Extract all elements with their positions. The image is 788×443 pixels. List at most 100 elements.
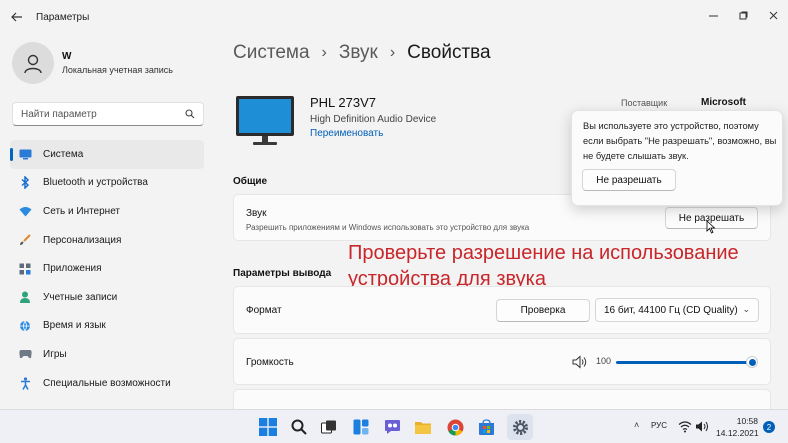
- sidebar-item-label: Время и язык: [43, 320, 106, 332]
- account-type: Локальная учетная запись: [62, 65, 173, 75]
- profile-name: W: [62, 51, 72, 62]
- flyout-message: Вы используете это устройство, поэтому е…: [583, 121, 777, 161]
- minimize-button[interactable]: [698, 0, 728, 30]
- notification-badge[interactable]: 2: [763, 421, 775, 433]
- system-clock[interactable]: 10:58 14.12.2021: [716, 415, 759, 439]
- vendor-label: Поставщик: [621, 98, 668, 108]
- sound-title: Звук: [246, 208, 267, 219]
- system-icon: [18, 147, 32, 161]
- minimize-icon: [708, 15, 718, 16]
- back-button[interactable]: [0, 0, 34, 34]
- chevron-right-icon: ›: [321, 44, 327, 61]
- sidebar-item-label: Система: [43, 148, 84, 160]
- search-input[interactable]: Найти параметр: [12, 102, 204, 126]
- store-button[interactable]: [475, 416, 497, 438]
- close-icon: [769, 11, 777, 19]
- avatar: [12, 42, 54, 84]
- format-card: Формат Проверка 16 бит, 44100 Гц (CD Qua…: [233, 286, 771, 334]
- general-section-title: Общие: [233, 176, 268, 187]
- breadcrumb-item-system[interactable]: Система: [233, 42, 310, 64]
- sidebar-item-label: Приложения: [43, 263, 102, 275]
- start-icon: [259, 418, 277, 436]
- settings-button[interactable]: [507, 414, 533, 440]
- globe-icon: [18, 319, 32, 333]
- sidebar-item-label: Сеть и Интернет: [43, 205, 121, 217]
- sidebar-item-accessibility[interactable]: Специальные возможности: [10, 369, 204, 398]
- device-driver: High Definition Audio Device: [310, 114, 437, 125]
- search-icon: [185, 109, 195, 119]
- monitor-icon: [233, 94, 295, 150]
- clock-time: 10:58: [736, 416, 758, 426]
- sidebar-item-gaming[interactable]: Игры: [10, 340, 204, 369]
- accessibility-icon: [18, 376, 32, 390]
- back-arrow-icon: [11, 12, 22, 22]
- maximize-button[interactable]: [728, 0, 758, 30]
- start-button[interactable]: [257, 416, 279, 438]
- sidebar: W Локальная учетная запись Найти парамет…: [0, 34, 215, 409]
- sidebar-item-apps[interactable]: Приложения: [10, 254, 204, 283]
- sidebar-item-label: Игры: [43, 348, 67, 360]
- taskbar-search-button[interactable]: [288, 416, 310, 438]
- breadcrumb-item-sound[interactable]: Звук: [339, 42, 378, 64]
- format-select[interactable]: 16 бит, 44100 Гц (CD Quality) ⌄: [595, 298, 759, 322]
- format-label: Формат: [246, 305, 282, 316]
- volume-slider-track[interactable]: [616, 361, 752, 364]
- volume-card: Громкость 100: [233, 338, 771, 385]
- wifi-icon: [18, 204, 32, 218]
- nav-list: Система Bluetooth и устройства Сеть и Ин…: [10, 140, 204, 397]
- store-icon: [478, 418, 494, 435]
- file-explorer-icon: [415, 421, 431, 434]
- app-title: Параметры: [36, 11, 90, 23]
- sidebar-item-system[interactable]: Система: [10, 140, 204, 169]
- search-icon: [291, 419, 307, 435]
- close-button[interactable]: [758, 0, 788, 30]
- sidebar-item-label: Учетные записи: [43, 291, 118, 303]
- device-header: PHL 273V7 High Definition Audio Device П…: [233, 94, 436, 150]
- sidebar-item-label: Bluetooth и устройства: [43, 177, 148, 189]
- flyout-deny-button[interactable]: Не разрешать: [582, 169, 676, 191]
- chat-icon: [384, 420, 400, 434]
- volume-label: Громкость: [246, 357, 294, 368]
- volume-slider-thumb[interactable]: [746, 356, 758, 368]
- chrome-button[interactable]: [444, 416, 466, 438]
- sidebar-item-time-language[interactable]: Время и язык: [10, 312, 204, 341]
- chevron-right-icon: ›: [389, 44, 396, 61]
- sidebar-item-label: Персонализация: [43, 234, 122, 246]
- chrome-icon: [447, 419, 463, 436]
- title-bar: Параметры: [0, 0, 788, 34]
- sidebar-item-bluetooth[interactable]: Bluetooth и устройства: [10, 169, 204, 198]
- format-value: 16 бит, 44100 Гц (CD Quality): [604, 304, 738, 316]
- volume-value: 100: [596, 356, 612, 366]
- speaker-icon[interactable]: [572, 355, 588, 369]
- widgets-button[interactable]: [350, 416, 372, 438]
- mouse-cursor-icon: [706, 220, 716, 234]
- taskbar: ˄ РУС 10:58 14.12.2021 2: [0, 409, 788, 443]
- bluetooth-icon: [18, 176, 32, 190]
- annotation-note: Проверьте разрешение на использование ус…: [348, 240, 768, 292]
- sidebar-item-label: Специальные возможности: [43, 377, 171, 389]
- file-explorer-button[interactable]: [412, 416, 434, 438]
- apps-icon: [18, 262, 32, 276]
- sidebar-item-network[interactable]: Сеть и Интернет: [10, 197, 204, 226]
- next-card: [233, 389, 771, 409]
- sound-description: Разрешить приложениям и Windows использо…: [246, 223, 530, 232]
- sidebar-item-accounts[interactable]: Учетные записи: [10, 283, 204, 312]
- settings-icon: [512, 419, 528, 435]
- chat-button[interactable]: [381, 416, 403, 438]
- clock-date: 14.12.2021: [716, 428, 759, 438]
- user-profile[interactable]: W Локальная учетная запись: [12, 42, 173, 84]
- maximize-icon: [739, 11, 747, 19]
- page-title: Свойства: [407, 42, 491, 63]
- sidebar-item-personalization[interactable]: Персонализация: [10, 226, 204, 255]
- tray-overflow-icon[interactable]: ˄: [634, 420, 639, 430]
- test-button[interactable]: Проверка: [496, 299, 590, 322]
- language-indicator[interactable]: РУС: [651, 421, 667, 430]
- volume-tray-icon[interactable]: [695, 420, 709, 433]
- rename-link[interactable]: Переименовать: [310, 128, 436, 139]
- task-view-button[interactable]: [318, 416, 340, 438]
- wifi-tray-icon[interactable]: [678, 420, 692, 433]
- gamepad-icon: [18, 347, 32, 361]
- output-section-title: Параметры вывода: [233, 268, 332, 279]
- account-icon: [18, 290, 32, 304]
- window-controls: [698, 0, 788, 30]
